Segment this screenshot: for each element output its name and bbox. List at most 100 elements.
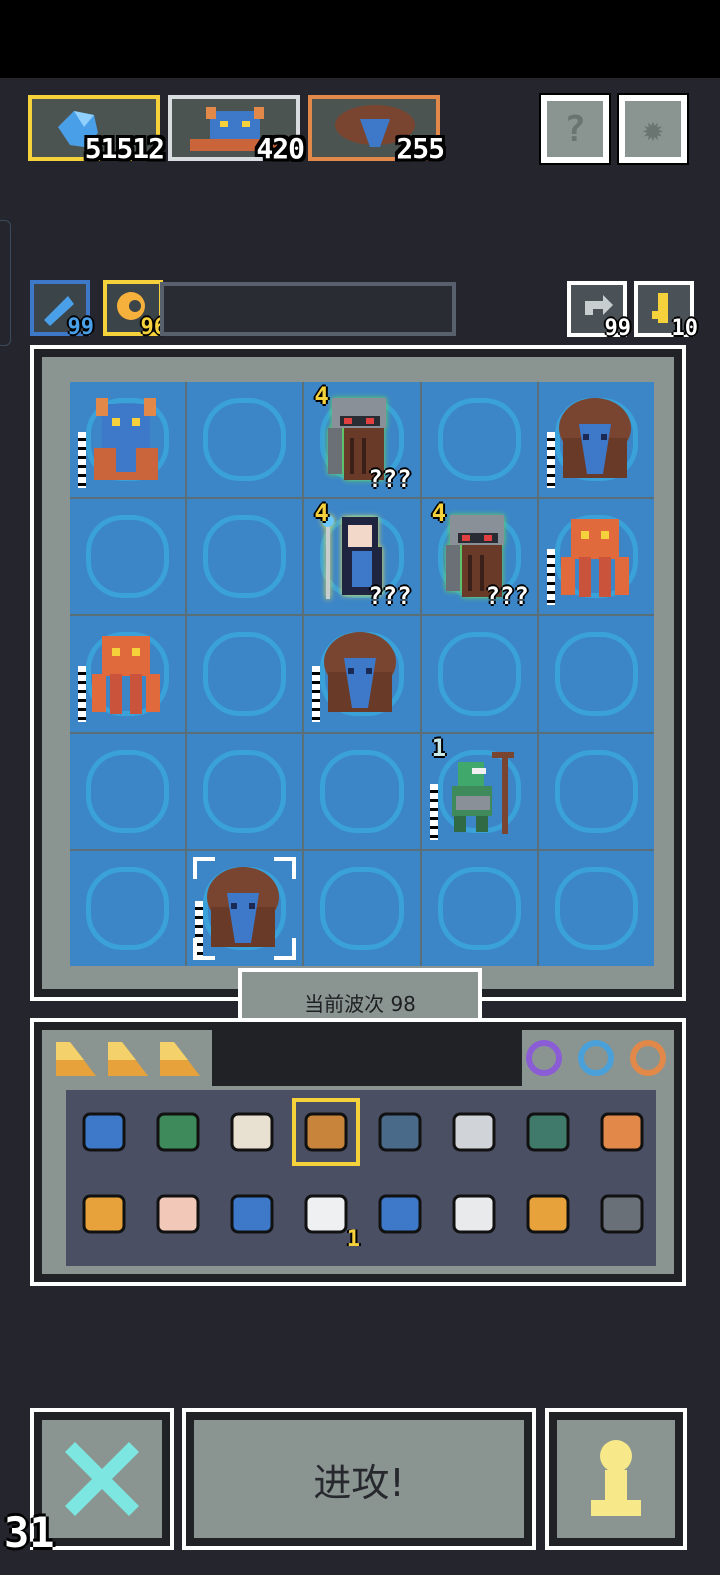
- board-cell[interactable]: [187, 616, 303, 732]
- board-cell[interactable]: [538, 733, 654, 849]
- health-pips: [429, 783, 438, 840]
- water-tile: [437, 632, 521, 716]
- gear-ring-icon[interactable]: [518, 1184, 578, 1244]
- treasure-map-icon[interactable]: [292, 1098, 360, 1166]
- question-mark-icon: ?: [564, 108, 586, 150]
- pawn-button[interactable]: [545, 1408, 687, 1550]
- water-tile: [554, 749, 638, 833]
- crossed-swords-icon: [65, 1442, 139, 1516]
- board-cell[interactable]: [421, 382, 537, 498]
- board-cell[interactable]: [70, 499, 186, 615]
- board-cell[interactable]: [70, 616, 186, 732]
- side-edge: [0, 220, 11, 346]
- attack-button[interactable]: 进攻!: [182, 1408, 536, 1550]
- board-cell[interactable]: 1: [421, 733, 537, 849]
- board-cell[interactable]: [70, 850, 186, 966]
- health-pips: [78, 432, 86, 488]
- shard-icon[interactable]: [158, 1038, 202, 1078]
- refresh-button[interactable]: 99: [567, 281, 631, 341]
- cloud-icon[interactable]: 1: [296, 1184, 360, 1252]
- board-cell[interactable]: [187, 850, 303, 966]
- unit-level: 4: [431, 499, 447, 528]
- ring-icon[interactable]: [630, 1040, 666, 1076]
- board-cell[interactable]: 4???: [304, 382, 420, 498]
- board-cell[interactable]: [538, 616, 654, 732]
- water-tile: [86, 749, 170, 833]
- board-cell[interactable]: [187, 382, 303, 498]
- turn-counter: 31: [4, 1508, 55, 1557]
- stone-blocks-icon[interactable]: [370, 1102, 430, 1162]
- selection-corner: [193, 937, 216, 960]
- settings-button[interactable]: ✹: [617, 93, 689, 165]
- board-cell[interactable]: [187, 499, 303, 615]
- board-cell[interactable]: [538, 382, 654, 498]
- board-cell[interactable]: 4???: [304, 499, 420, 615]
- selection-corner: [193, 856, 216, 879]
- board-grid: 4??? 4??? 4??? 1: [70, 382, 654, 966]
- water-tile: [203, 398, 287, 482]
- water-tile: [203, 632, 287, 716]
- horned-mask-icon[interactable]: [74, 1102, 134, 1162]
- board-cell[interactable]: [538, 850, 654, 966]
- board-cell[interactable]: [538, 499, 654, 615]
- potion-icon[interactable]: [370, 1184, 430, 1244]
- board-cell[interactable]: [304, 616, 420, 732]
- ring-icon[interactable]: [578, 1040, 614, 1076]
- treant-unit-icon[interactable]: [557, 394, 633, 486]
- staff-icon[interactable]: [592, 1102, 652, 1162]
- sword-icon[interactable]: [444, 1102, 504, 1162]
- water-tile: [554, 866, 638, 950]
- gold-skill-slot[interactable]: 96: [103, 280, 167, 340]
- shard-icon[interactable]: [54, 1038, 98, 1078]
- selection-corner: [274, 937, 297, 960]
- water-tile: [203, 749, 287, 833]
- mirror-portrait-icon[interactable]: [222, 1184, 282, 1244]
- octopus-unit-icon[interactable]: [557, 511, 633, 603]
- treant-resource: 255: [308, 95, 445, 165]
- attack-label: 进攻!: [313, 1460, 405, 1505]
- shard-icon[interactable]: [106, 1038, 150, 1078]
- tombstone-icon[interactable]: [444, 1184, 504, 1244]
- coil-icon[interactable]: [74, 1184, 134, 1244]
- refresh-count: 99: [604, 316, 632, 341]
- selection-corner: [274, 856, 297, 879]
- board-cell[interactable]: [70, 733, 186, 849]
- board-cell[interactable]: [421, 616, 537, 732]
- treant-count: 255: [396, 132, 445, 165]
- water-tile: [320, 866, 404, 950]
- unknown-stat: ???: [368, 465, 412, 494]
- unit-level: 1: [431, 733, 447, 762]
- goblin-unit-icon[interactable]: [440, 746, 516, 838]
- water-tile: [86, 866, 170, 950]
- item-count-badge: 1: [346, 1227, 360, 1252]
- water-tile: [437, 398, 521, 482]
- green-shell-icon[interactable]: [148, 1102, 208, 1162]
- water-tile: [320, 749, 404, 833]
- key-button[interactable]: 10: [634, 281, 698, 341]
- board-cell[interactable]: [70, 382, 186, 498]
- blue-skill-slot[interactable]: 99: [30, 280, 94, 340]
- ring-icon[interactable]: [526, 1040, 562, 1076]
- green-gate-icon[interactable]: [518, 1102, 578, 1162]
- hammer-icon[interactable]: [592, 1184, 652, 1244]
- unit-level: 4: [314, 382, 329, 410]
- finger-icon[interactable]: [148, 1184, 208, 1244]
- crystal-resource: 51512: [28, 95, 165, 165]
- demon-unit-icon[interactable]: [88, 394, 164, 486]
- treant-unit-icon[interactable]: [205, 863, 281, 955]
- octopus-unit-icon[interactable]: [88, 628, 164, 720]
- pawn-icon: [591, 1440, 641, 1516]
- unit-level: 4: [314, 499, 329, 528]
- health-pips: [546, 549, 555, 606]
- board-cell[interactable]: [421, 850, 537, 966]
- water-tile: [554, 632, 638, 716]
- help-button[interactable]: ?: [539, 93, 611, 165]
- board-cell[interactable]: [304, 733, 420, 849]
- board-cell[interactable]: 4???: [421, 499, 537, 615]
- board-cell[interactable]: [187, 733, 303, 849]
- unknown-stat: ???: [368, 582, 412, 611]
- torn-banner-icon[interactable]: [222, 1102, 282, 1162]
- treant-unit-icon[interactable]: [322, 628, 398, 720]
- board-cell[interactable]: [304, 850, 420, 966]
- health-pips: [546, 432, 555, 488]
